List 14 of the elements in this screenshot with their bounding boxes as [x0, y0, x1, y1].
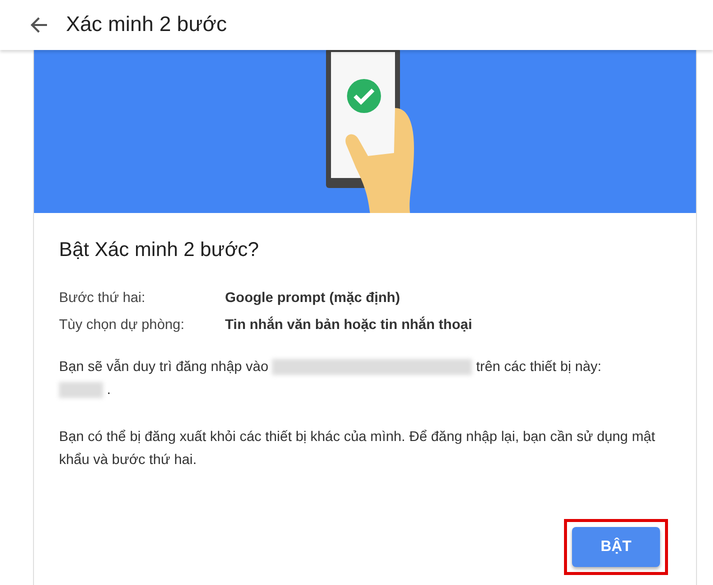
setting-value: Google prompt (mặc định) [225, 288, 400, 307]
dialog-heading: Bật Xác minh 2 bước? [59, 238, 260, 263]
page-title: Xác minh 2 bước [66, 12, 227, 38]
note-text: Bạn có thể bị đăng xuất khỏi các thiết bị khác của mình. Để đăng nhập lại, bạn cần sử dụng mật khẩu và bước thứ hai. [59, 427, 656, 469]
turn-on-button[interactable]: BẬT [572, 527, 660, 567]
redacted-block [59, 382, 103, 398]
note-text: . [106, 381, 111, 397]
note-text: trên các thiết bị này: [475, 358, 602, 374]
note-text: Bạn sẽ vẫn duy trì đăng nhập vào [59, 358, 270, 374]
setting-label: Bước thứ hai: [59, 288, 146, 307]
setting-label: Tùy chọn dự phòng: [59, 315, 186, 334]
back-arrow-icon [30, 16, 48, 34]
back-button[interactable] [30, 16, 48, 34]
setting-value: Tin nhắn văn bản hoặc tin nhắn thoại [225, 315, 472, 334]
